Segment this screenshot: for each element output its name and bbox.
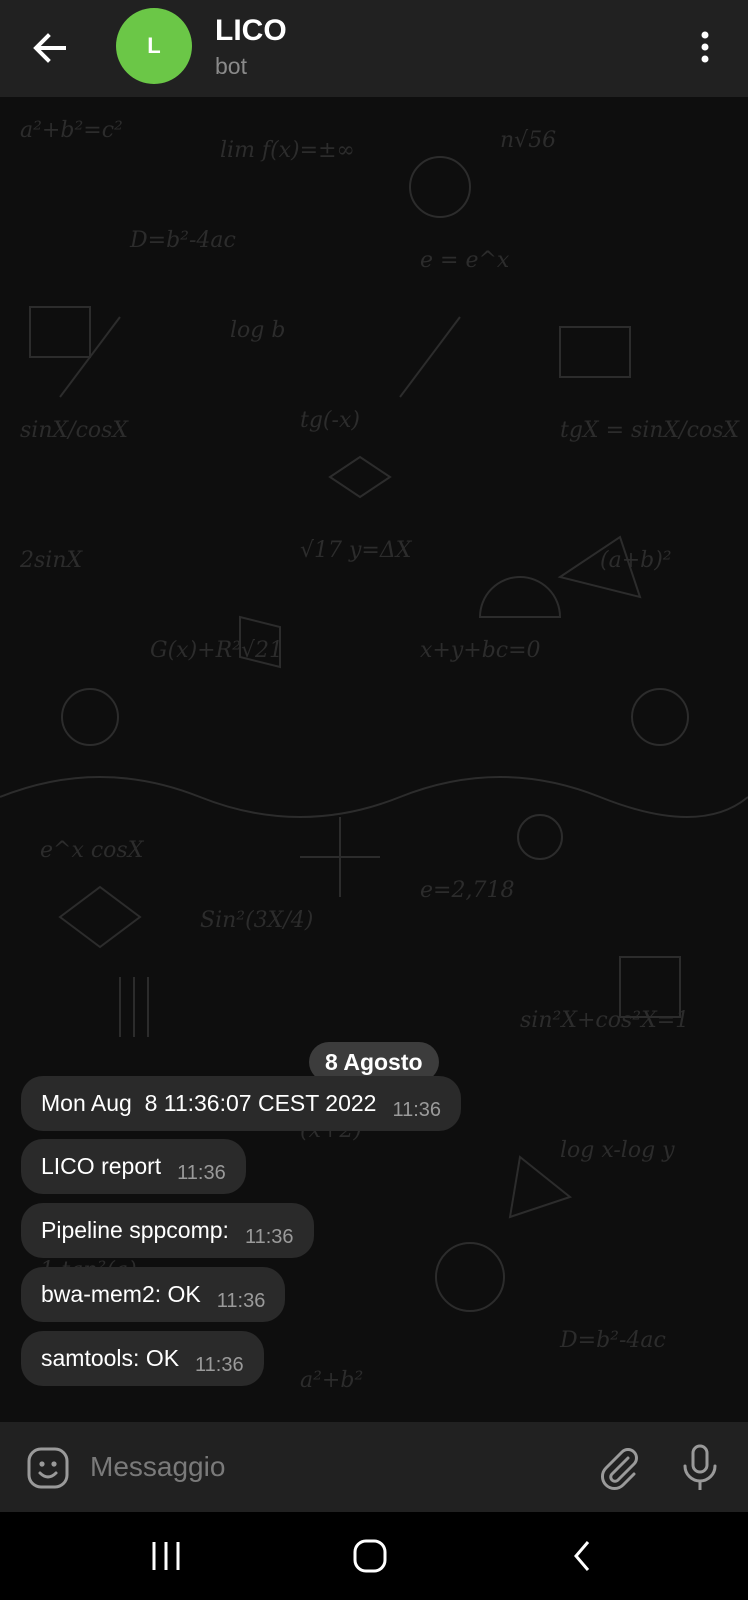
message-time: 11:36 xyxy=(392,1099,442,1121)
message-text: LICO report xyxy=(41,1153,162,1179)
svg-text:D=b²-4ac: D=b²-4ac xyxy=(129,228,236,253)
message-bubble[interactable]: bwa-mem2: OK 11:36 xyxy=(21,1267,286,1322)
svg-text:e=2,718: e=2,718 xyxy=(420,878,514,903)
message-time: 11:36 xyxy=(216,1290,266,1312)
message-bubble[interactable]: Mon Aug 8 11:36:07 CEST 2022 11:36 xyxy=(21,1076,462,1131)
chat-subtitle: bot xyxy=(215,53,247,79)
svg-text:x+y+bc=0: x+y+bc=0 xyxy=(420,638,541,663)
svg-text:log b: log b xyxy=(230,318,285,343)
paperclip-icon xyxy=(601,1448,638,1490)
emoji-icon xyxy=(27,1447,69,1489)
message-text: samtools: OK xyxy=(41,1345,180,1371)
recent-apps-icon xyxy=(152,1542,180,1570)
chat-area[interactable]: a²+b²=c² lim f(x)=±∞ n√56 D=b²-4ac e = e… xyxy=(0,97,748,1422)
svg-text:e = e^x: e = e^x xyxy=(420,248,510,273)
more-vertical-icon xyxy=(701,31,709,63)
chat-header: L LICO bot xyxy=(0,0,748,97)
svg-text:a²+b²: a²+b² xyxy=(300,1368,363,1393)
message-time: 11:36 xyxy=(244,1226,294,1248)
svg-text:lim f(x)=±∞: lim f(x)=±∞ xyxy=(220,138,355,163)
recent-apps-button[interactable] xyxy=(146,1538,186,1574)
message-input[interactable] xyxy=(90,1444,560,1490)
svg-text:G(x)+R²√21: G(x)+R²√21 xyxy=(150,638,283,663)
svg-text:sinX/cosX: sinX/cosX xyxy=(20,418,129,443)
message-bubble[interactable]: samtools: OK 11:36 xyxy=(21,1331,264,1386)
nav-back-button[interactable] xyxy=(568,1536,598,1576)
message-bubble[interactable]: LICO report 11:36 xyxy=(21,1139,246,1194)
message-text: Pipeline sppcomp: xyxy=(41,1217,229,1243)
svg-text:2sinX: 2sinX xyxy=(19,548,83,573)
avatar-letter: L xyxy=(147,33,161,58)
svg-text:sin²X+cos²X=1: sin²X+cos²X=1 xyxy=(520,1008,689,1033)
more-options-button[interactable] xyxy=(690,28,720,68)
message-time: 11:36 xyxy=(177,1162,226,1184)
message-input-bar xyxy=(0,1422,748,1512)
home-icon xyxy=(353,1539,387,1573)
svg-text:n√56: n√56 xyxy=(500,128,556,153)
svg-text:√17 y=ΔX: √17 y=ΔX xyxy=(300,538,413,563)
microphone-button[interactable] xyxy=(676,1442,724,1494)
message-bubble[interactable]: Pipeline sppcomp: 11:36 xyxy=(21,1203,314,1258)
svg-text:(a+b)²: (a+b)² xyxy=(600,548,672,573)
microphone-icon xyxy=(683,1444,717,1490)
arrow-left-icon xyxy=(33,33,66,63)
attach-button[interactable] xyxy=(594,1444,642,1492)
chat-title[interactable]: LICO xyxy=(215,14,287,48)
svg-text:log x-log y: log x-log y xyxy=(560,1138,675,1163)
nav-back-icon xyxy=(574,1541,590,1571)
emoji-button[interactable] xyxy=(24,1444,72,1492)
svg-text:e^x cosX: e^x cosX xyxy=(40,838,145,863)
svg-text:a²+b²=c²: a²+b²=c² xyxy=(20,118,123,143)
message-time: 11:36 xyxy=(195,1354,244,1376)
svg-text:tgX = sinX/cosX: tgX = sinX/cosX xyxy=(560,418,740,443)
svg-text:tg(-x): tg(-x) xyxy=(300,408,360,433)
svg-text:D=b²-4ac: D=b²-4ac xyxy=(559,1328,666,1353)
system-navigation-bar xyxy=(0,1512,748,1600)
home-button[interactable] xyxy=(350,1536,390,1576)
message-text: Mon Aug 8 11:36:07 CEST 2022 xyxy=(41,1090,377,1116)
back-button[interactable] xyxy=(24,22,76,74)
avatar[interactable]: L xyxy=(116,8,192,84)
svg-text:Sin²(3X/4): Sin²(3X/4) xyxy=(200,908,313,933)
message-text: bwa-mem2: OK xyxy=(41,1281,201,1307)
